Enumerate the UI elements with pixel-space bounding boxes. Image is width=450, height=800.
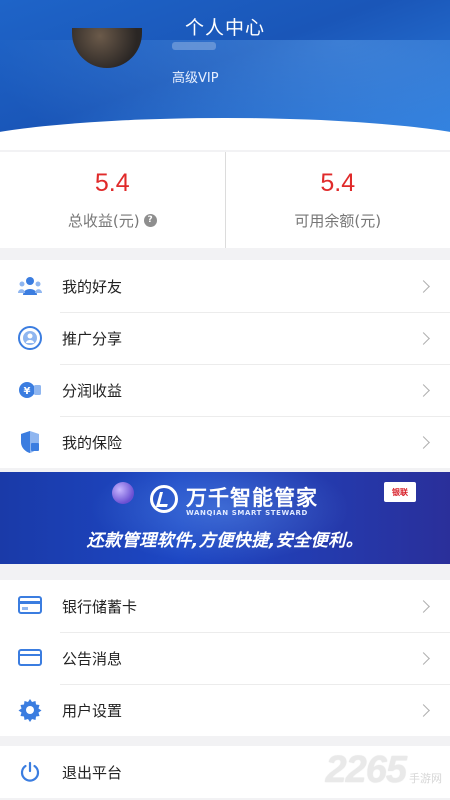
ad-banner[interactable]: 万千智能管家 WANQIAN SMART STEWARD 银联 还款管理软件,方… [0,472,450,564]
chevron-right-icon [417,435,430,449]
menu-item-bank-card[interactable]: 银行储蓄卡 [0,580,450,632]
banner-title: 万千智能管家 [186,486,318,510]
page-title: 个人中心 [184,17,265,39]
profit-icon: ¥ [17,377,43,403]
menu-item-friends[interactable]: 我的好友 [0,260,450,312]
menu-item-insurance[interactable]: 我的保险 [0,416,450,468]
svg-text:¥: ¥ [24,386,31,397]
menu-item-label: 用户设置 [62,701,123,720]
bank-card-icon [17,593,43,619]
vip-level: 高级VIP [172,71,219,86]
menu-item-share[interactable]: 推广分享 [0,312,450,364]
balance-label: 可用余额(元) [294,212,382,230]
menu-item-label: 公告消息 [62,649,123,668]
menu-item-label: 我的保险 [62,433,123,452]
total-income-label: 总收益(元) [67,212,140,230]
chevron-right-icon [417,383,430,397]
balance-stat[interactable]: 5.4 可用余额(元) [224,152,450,248]
notice-icon [17,645,43,671]
menu-group-settings: 银行储蓄卡 公告消息 用户设置 [0,580,450,736]
watermark-text: 手游网 [409,772,442,785]
chevron-right-icon [417,703,430,717]
username [172,42,216,50]
menu-group-account: 我的好友 推广分享 ¥ 分润收益 我的保险 [0,260,450,468]
menu-item-label: 银行储蓄卡 [62,597,138,616]
header-curve [0,118,450,150]
menu-item-notice[interactable]: 公告消息 [0,632,450,684]
chevron-right-icon [417,279,430,293]
watermark-number: 2265 [325,749,407,791]
banner-slogan: 还款管理软件,方便快捷,安全便利。 [86,531,364,551]
menu-item-settings[interactable]: 用户设置 [0,684,450,736]
planet-icon [112,482,134,504]
chevron-right-icon [417,651,430,665]
menu-item-label: 我的好友 [62,277,123,296]
help-icon[interactable]: ? [143,214,157,227]
friends-icon [17,273,43,299]
chevron-right-icon [417,599,430,613]
chevron-right-icon [417,331,430,345]
site-watermark: 2265 手游网 [325,749,442,792]
menu-item-label: 分润收益 [62,381,123,400]
share-icon [17,325,43,351]
total-income-stat[interactable]: 5.4 总收益(元) ? [0,152,225,248]
stats-panel: 5.4 总收益(元) ? 5.4 可用余额(元) [0,152,450,248]
settings-icon [17,697,43,723]
menu-item-label: 推广分享 [62,329,123,348]
power-icon [17,759,43,785]
insurance-icon [17,429,43,455]
wanqian-logo-icon [150,485,178,513]
balance-value: 5.4 [320,169,356,197]
menu-item-profit[interactable]: ¥ 分润收益 [0,364,450,416]
total-income-value: 5.4 [94,169,130,197]
unionpay-badge-icon: 银联 [384,482,416,502]
banner-subtitle: WANQIAN SMART STEWARD [186,509,308,517]
